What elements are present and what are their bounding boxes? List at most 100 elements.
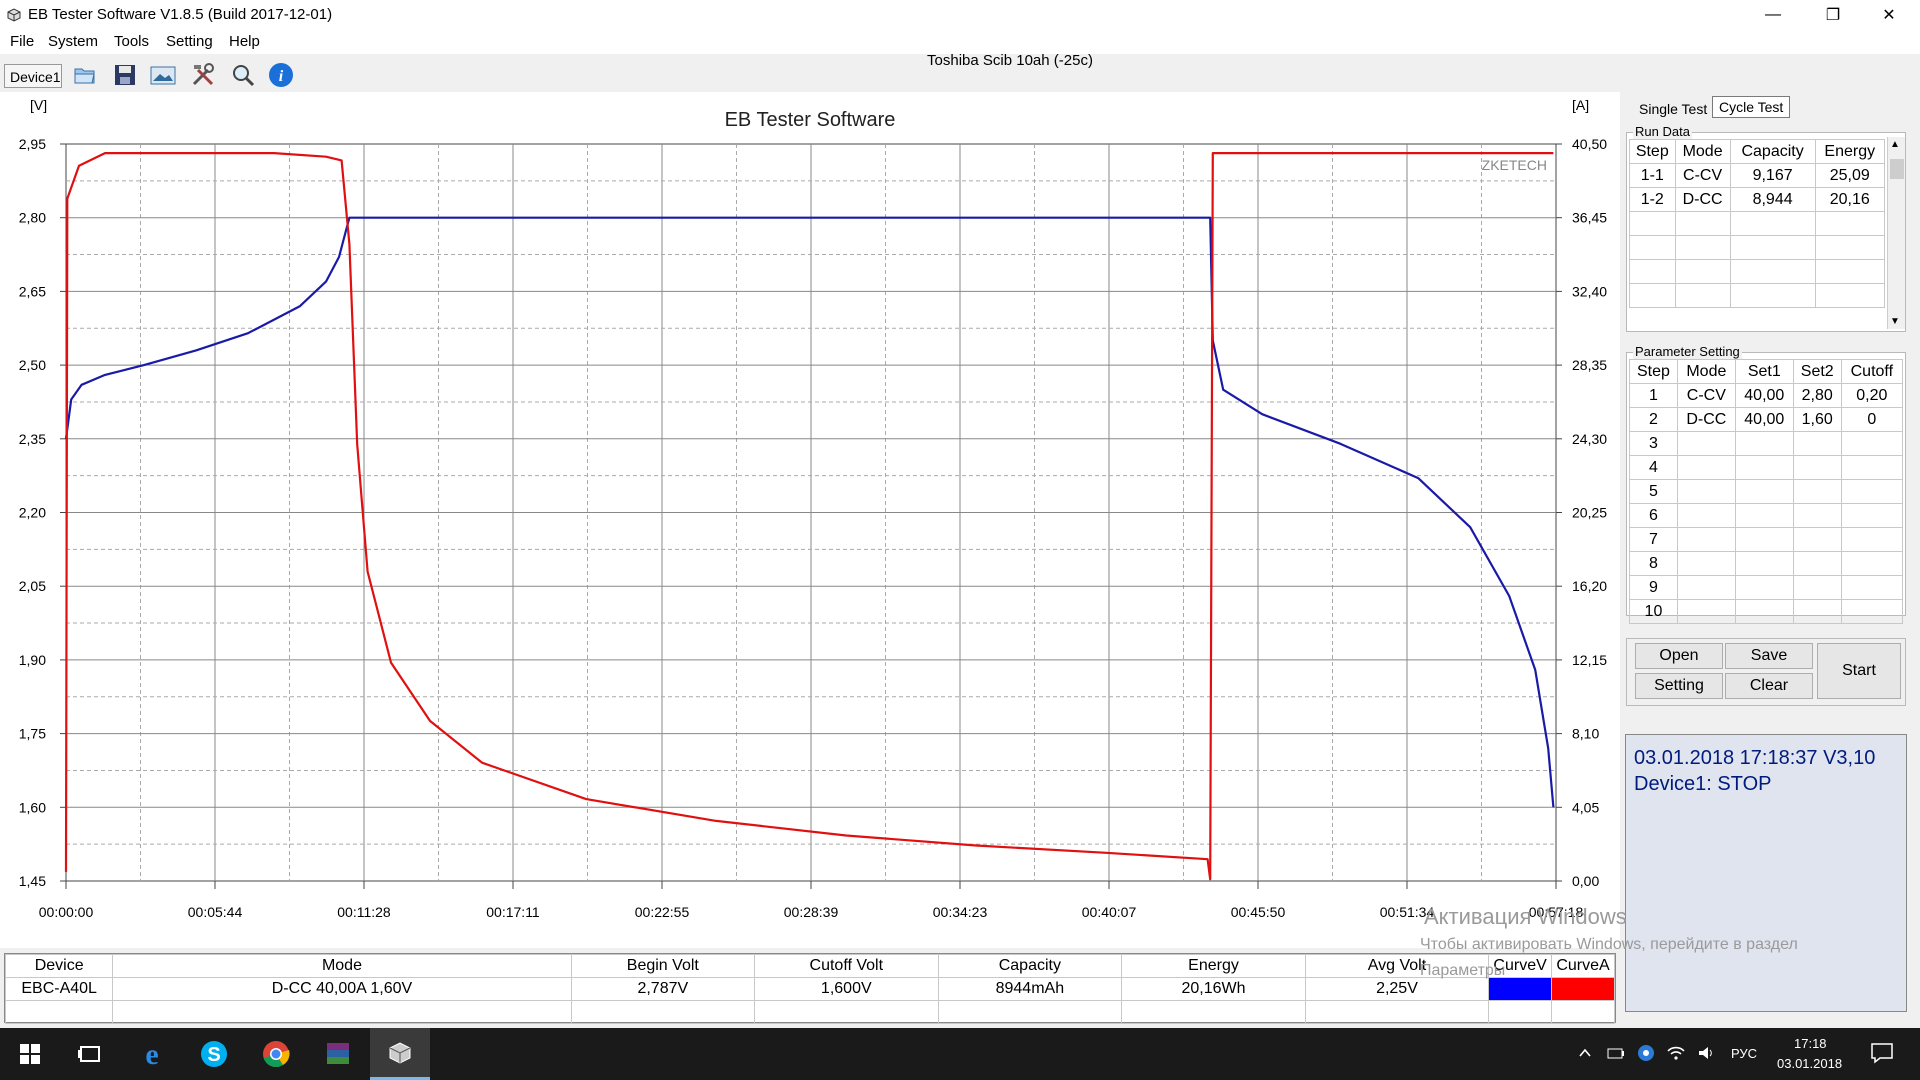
run-data-scrollbar[interactable]: ▲ ▼ [1887,137,1905,329]
tab-cycle-test[interactable]: Cycle Test [1712,96,1791,118]
cell: 1 [1629,383,1678,408]
close-button[interactable]: ✕ [1866,0,1912,30]
cell [1734,575,1794,600]
picture-button[interactable] [148,60,178,90]
wifi-icon[interactable] [1666,1043,1686,1063]
cell [1676,431,1736,456]
cell: 6 [1629,503,1678,528]
winrar-taskbar-button[interactable] [308,1028,368,1080]
open-button[interactable]: Open [1635,643,1723,669]
chrome-taskbar-button[interactable] [246,1028,306,1080]
curve-a-swatch[interactable] [1551,977,1615,1001]
menu-tools[interactable]: Tools [114,33,149,50]
cell [1840,479,1904,504]
col-cutoff-volt: Cutoff Volt [754,954,939,978]
language-indicator[interactable]: РУС [1731,1046,1757,1061]
start-button[interactable] [0,1028,60,1080]
table-row[interactable]: 7 [1629,527,1904,552]
right-tick-label: 40,50 [1572,136,1607,152]
table-row[interactable]: 4 [1629,455,1904,480]
restore-button[interactable]: ❐ [1810,0,1856,30]
menu-file[interactable]: File [10,33,34,50]
cell [1676,479,1736,504]
battery-icon[interactable] [1606,1044,1626,1062]
save-params-button[interactable]: Save [1725,643,1813,669]
col-mode: Mode [112,954,572,978]
param-header-step: Step [1629,359,1678,384]
info-button[interactable]: i [266,60,296,90]
table-row[interactable]: 6 [1629,503,1904,528]
chevron-up-icon[interactable] [1578,1046,1592,1060]
table-row[interactable]: 1-1 C-CV 9,167 25,09 [1629,163,1886,188]
cell [1792,431,1842,456]
task-view-button[interactable] [60,1028,120,1080]
tools-button[interactable] [188,60,218,90]
menu-setting[interactable]: Setting [166,33,213,50]
activation-title: Активация Windows [1424,904,1627,929]
table-row[interactable]: 2 D-CC 40,00 1,60 0 [1629,407,1904,432]
scroll-thumb[interactable] [1890,159,1904,179]
tools-icon [192,63,214,86]
title-bar: EB Tester Software V1.8.5 (Build 2017-12… [0,0,1920,30]
open-folder-button[interactable] [70,60,100,90]
cell-begin-volt: 2,787V [570,977,756,1001]
device-selector[interactable]: Device1 [4,64,62,88]
cell [1840,503,1904,528]
button-group: Open Save Setting Clear Start [1626,638,1906,706]
cell: 2 [1629,407,1678,432]
cell: 40,00 [1734,383,1794,408]
skype-icon: S [201,1041,227,1067]
setting-button[interactable]: Setting [1635,673,1723,699]
run-header-capacity: Capacity [1729,139,1816,164]
notification-icon[interactable] [1870,1042,1894,1064]
run-header-step: Step [1629,139,1676,164]
scroll-up-icon[interactable]: ▲ [1890,139,1900,150]
clock-date[interactable]: 03.01.2018 [1777,1056,1842,1071]
table-row[interactable]: 9 [1629,575,1904,600]
clock-time[interactable]: 17:18 [1794,1036,1827,1051]
right-tick-label: 12,15 [1572,652,1607,668]
save-button[interactable] [110,60,140,90]
minimize-button[interactable]: — [1750,0,1796,30]
menu-help[interactable]: Help [229,33,260,50]
edge-taskbar-button[interactable]: e [122,1028,182,1080]
cell: 8 [1629,551,1678,576]
tab-single-test[interactable]: Single Test [1632,98,1714,120]
cell: 2,80 [1792,383,1842,408]
zoom-button[interactable] [228,60,258,90]
left-tick-label: 2,35 [19,431,46,447]
skype-taskbar-button[interactable]: S [184,1028,244,1080]
open-folder-icon [74,68,95,84]
status-datetime: 03.01.2018 17:18:37 V3,10 [1634,747,1876,769]
start-button[interactable]: Start [1817,643,1901,699]
table-row[interactable]: 1 C-CV 40,00 2,80 0,20 [1629,383,1904,408]
clear-button[interactable]: Clear [1725,673,1813,699]
menu-bar: File System Tools Setting Help [0,30,1920,54]
table-row[interactable]: 10 [1629,599,1904,624]
x-tick-label: 00:28:39 [784,904,839,920]
chart-area: 2,95 2,80 2,65 2,50 2,35 2,20 2,05 1,90 1,75 1,60… [0,92,1620,948]
volume-icon[interactable] [1696,1043,1716,1063]
cell-avg-volt: 2,25V [1304,977,1490,1001]
scroll-down-icon[interactable]: ▼ [1890,316,1900,327]
table-row[interactable]: 5 [1629,479,1904,504]
right-tick-label: 32,40 [1572,283,1607,299]
chart-title: EB Tester Software [725,109,896,131]
cell: 1,60 [1792,407,1842,432]
menu-system[interactable]: System [48,33,98,50]
table-row[interactable]: 1-2 D-CC 8,944 20,16 [1629,187,1886,212]
results-table: Device Mode Begin Volt Cutoff Volt Capac… [4,953,1616,1024]
curve-v-swatch[interactable] [1488,977,1553,1001]
table-row[interactable]: EBC-A40L D-CC 40,00A 1,60V 2,787V 1,600V… [4,977,1615,1001]
table-row[interactable]: 3 [1629,431,1904,456]
left-tick-label: 1,90 [19,652,46,668]
cell: 10 [1629,599,1678,624]
cell-mode: D-CC 40,00A 1,60V [112,977,572,1001]
eb-tester-taskbar-button[interactable] [370,1028,430,1080]
left-tick-label: 2,50 [19,357,46,373]
table-row[interactable]: 8 [1629,551,1904,576]
activation-text: Чтобы активировать Windows, перейдите в … [1420,936,1798,953]
network-tray-icon[interactable] [1636,1043,1656,1063]
svg-text:i: i [279,68,284,85]
cell [1734,599,1794,624]
